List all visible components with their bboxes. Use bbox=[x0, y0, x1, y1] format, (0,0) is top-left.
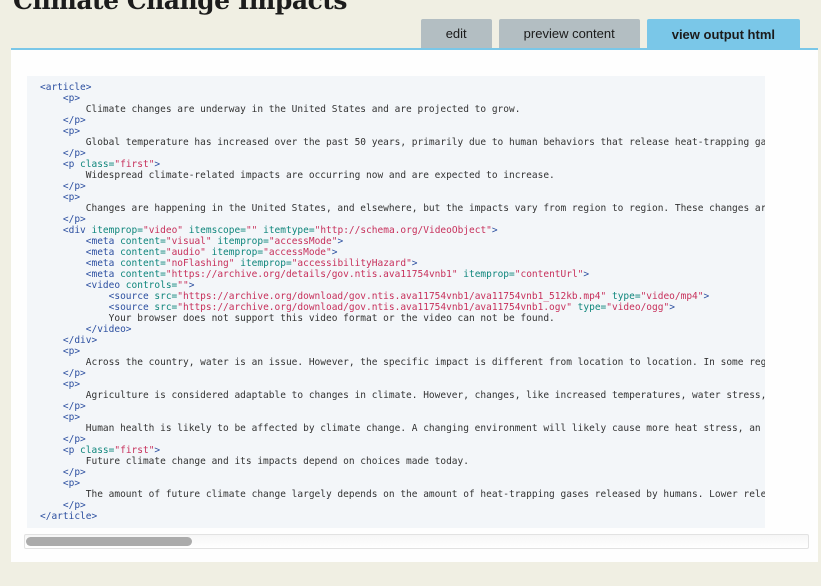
page-title: Climate Change Impacts bbox=[13, 0, 821, 15]
tab-view-output-html[interactable]: view output html bbox=[647, 19, 800, 50]
tab-bar: editpreview contentview output html bbox=[421, 19, 800, 48]
output-html-code-view[interactable]: <article> <p> Climate changes are underw… bbox=[27, 76, 765, 528]
html-source-code: <article> <p> Climate changes are underw… bbox=[40, 82, 765, 522]
tab-preview-content[interactable]: preview content bbox=[499, 19, 640, 48]
content-panel: <article> <p> Climate changes are underw… bbox=[11, 48, 818, 562]
horizontal-scrollbar-track[interactable] bbox=[24, 534, 809, 549]
horizontal-scrollbar-thumb[interactable] bbox=[26, 537, 192, 546]
tab-edit[interactable]: edit bbox=[421, 19, 492, 48]
